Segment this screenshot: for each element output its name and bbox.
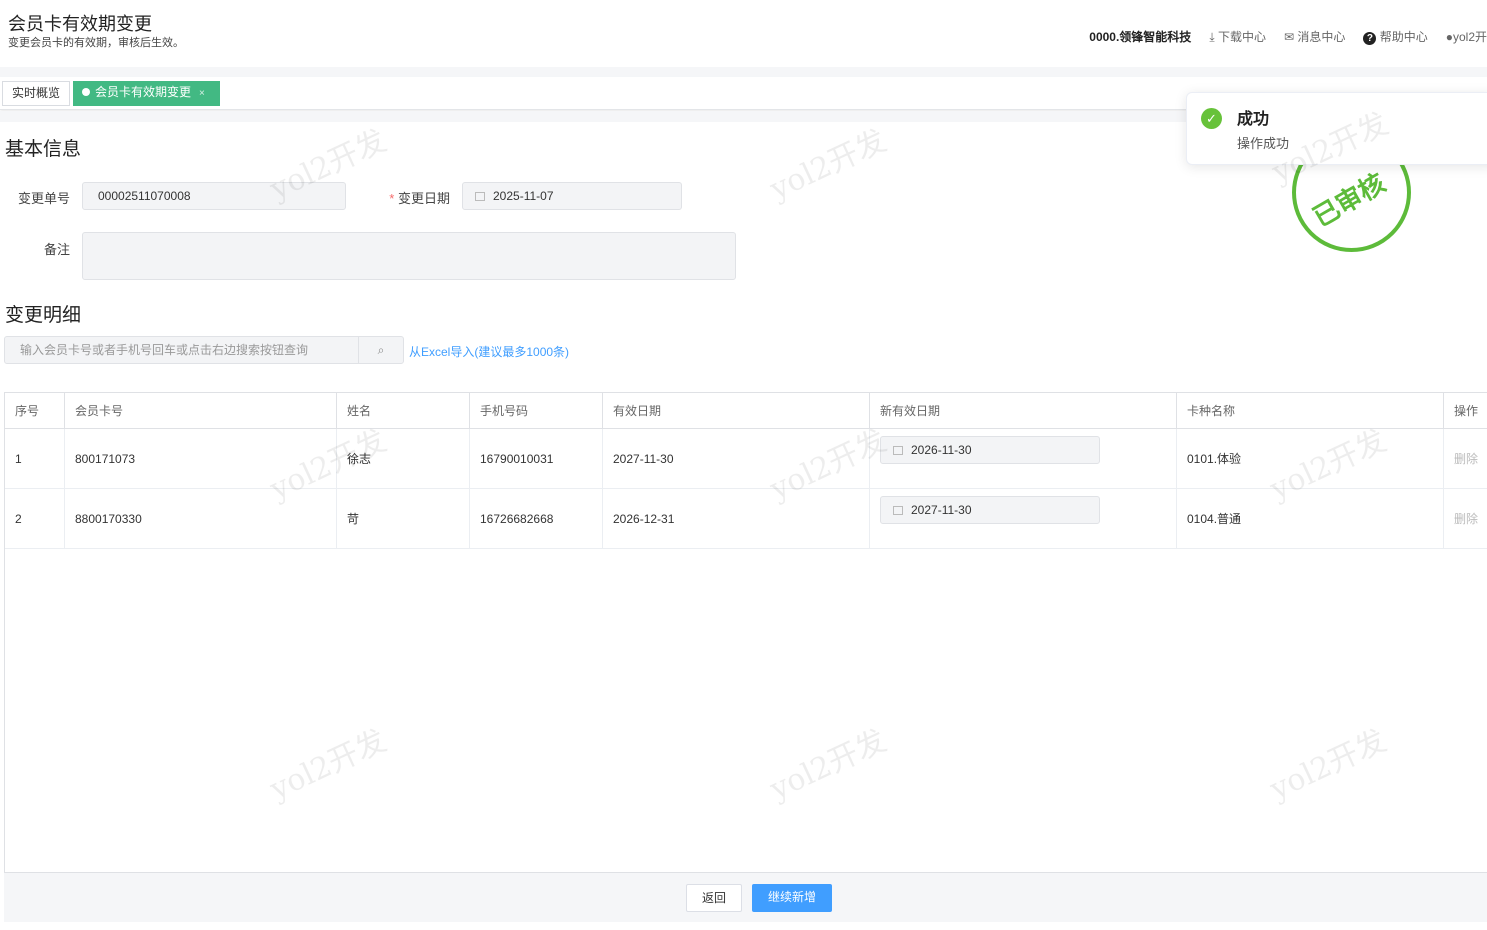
tab-overview[interactable]: 实时概览 bbox=[2, 81, 71, 106]
header-cell: 姓名 bbox=[337, 393, 470, 428]
phone: 16726682668 bbox=[470, 489, 603, 548]
member-name: 苛 bbox=[337, 489, 470, 548]
calendar-icon bbox=[475, 192, 485, 201]
top-nav: 0000.领锋智能科技 ⤓ 下载中心 ✉ 消息中心 ? 帮助中心 ●yol2开 bbox=[1089, 28, 1487, 45]
tab-card-validity-change[interactable]: 会员卡有效期变更 × bbox=[73, 81, 220, 106]
order-no-label: 变更单号 bbox=[17, 191, 70, 206]
new-expire-date-field[interactable]: 2027-11-30 bbox=[880, 496, 1100, 524]
toast-title: 成功 bbox=[1237, 111, 1270, 128]
user-icon: ● bbox=[1445, 30, 1453, 44]
calendar-icon bbox=[893, 446, 903, 455]
download-icon: ⤓ bbox=[1209, 30, 1218, 44]
detail-table: 序号 会员卡号 姓名 手机号码 有效日期 新有效日期 卡种名称 操作 1 800… bbox=[4, 392, 1487, 873]
member-search-input[interactable]: 输入会员卡号或者手机号回车或点击右边搜索按钮查询 bbox=[4, 336, 404, 364]
mail-icon: ✉ bbox=[1283, 30, 1298, 44]
excel-import-link[interactable]: 从Excel导入(建议最多1000条) bbox=[409, 343, 569, 360]
close-tab-icon[interactable]: × bbox=[199, 88, 205, 99]
delete-button[interactable]: 删除 bbox=[1444, 429, 1487, 488]
phone: 16790010031 bbox=[470, 429, 603, 488]
footer-bar: 返回 继续新增 bbox=[4, 873, 1487, 922]
expire-date: 2027-11-30 bbox=[603, 429, 870, 488]
calendar-icon bbox=[893, 506, 903, 515]
table-row: 2 8800170330 苛 16726682668 2026-12-31 20… bbox=[5, 489, 1487, 549]
remark-label: 备注 bbox=[43, 242, 70, 257]
page-title: 会员卡有效期变更 bbox=[8, 14, 152, 35]
order-no-field[interactable]: 00002511070008 bbox=[82, 182, 346, 210]
back-button[interactable]: 返回 bbox=[686, 884, 742, 912]
success-toast: ✓ 成功 操作成功 yol2开发 bbox=[1186, 92, 1487, 190]
header-cell: 有效日期 bbox=[603, 393, 870, 428]
header-cell: 手机号码 bbox=[470, 393, 603, 428]
watermark: yol2开发 bbox=[764, 123, 892, 208]
toast-message: 操作成功 bbox=[1237, 136, 1290, 151]
page-subtitle: 变更会员卡的有效期，审核后生效。 bbox=[8, 37, 184, 49]
card-no: 800171073 bbox=[65, 429, 337, 488]
card-type: 0104.普通 bbox=[1177, 489, 1444, 548]
company-name[interactable]: 0000.领锋智能科技 bbox=[1089, 28, 1191, 45]
section-change-detail: 变更明细 bbox=[5, 304, 82, 326]
search-button[interactable]: ⌕ bbox=[358, 337, 403, 363]
row-no: 1 bbox=[5, 429, 65, 488]
header-cell: 卡种名称 bbox=[1177, 393, 1444, 428]
message-center-link[interactable]: ✉ 消息中心 bbox=[1284, 28, 1345, 45]
member-name: 徐志 bbox=[337, 429, 470, 488]
success-check-icon: ✓ bbox=[1201, 108, 1222, 129]
expire-date: 2026-12-31 bbox=[603, 489, 870, 548]
user-menu[interactable]: ●yol2开 bbox=[1446, 28, 1487, 45]
search-icon: ⌕ bbox=[377, 343, 385, 357]
header-cell: 序号 bbox=[5, 393, 65, 428]
change-date-label: * 变更日期 bbox=[389, 191, 450, 206]
new-expire-date-field[interactable]: 2026-11-30 bbox=[880, 436, 1100, 464]
download-center-link[interactable]: ⤓ 下载中心 bbox=[1209, 28, 1266, 45]
active-dot-icon bbox=[82, 88, 90, 96]
section-basic-info: 基本信息 bbox=[5, 138, 82, 160]
change-date-field[interactable]: 2025-11-07 bbox=[462, 182, 682, 210]
delete-button[interactable]: 删除 bbox=[1444, 489, 1487, 548]
card-no: 8800170330 bbox=[65, 489, 337, 548]
table-row: 1 800171073 徐志 16790010031 2027-11-30 20… bbox=[5, 429, 1487, 489]
continue-add-button[interactable]: 继续新增 bbox=[752, 884, 832, 912]
divider bbox=[0, 67, 1487, 77]
header-cell: 操作 bbox=[1444, 393, 1487, 428]
remark-textarea[interactable] bbox=[82, 232, 736, 280]
header-cell: 会员卡号 bbox=[65, 393, 337, 428]
row-no: 2 bbox=[5, 489, 65, 548]
help-icon: ? bbox=[1363, 32, 1377, 45]
card-type: 0101.体验 bbox=[1177, 429, 1444, 488]
header-cell: 新有效日期 bbox=[870, 393, 1177, 428]
table-header: 序号 会员卡号 姓名 手机号码 有效日期 新有效日期 卡种名称 操作 bbox=[5, 393, 1487, 429]
help-center-link[interactable]: ? 帮助中心 bbox=[1363, 28, 1428, 45]
